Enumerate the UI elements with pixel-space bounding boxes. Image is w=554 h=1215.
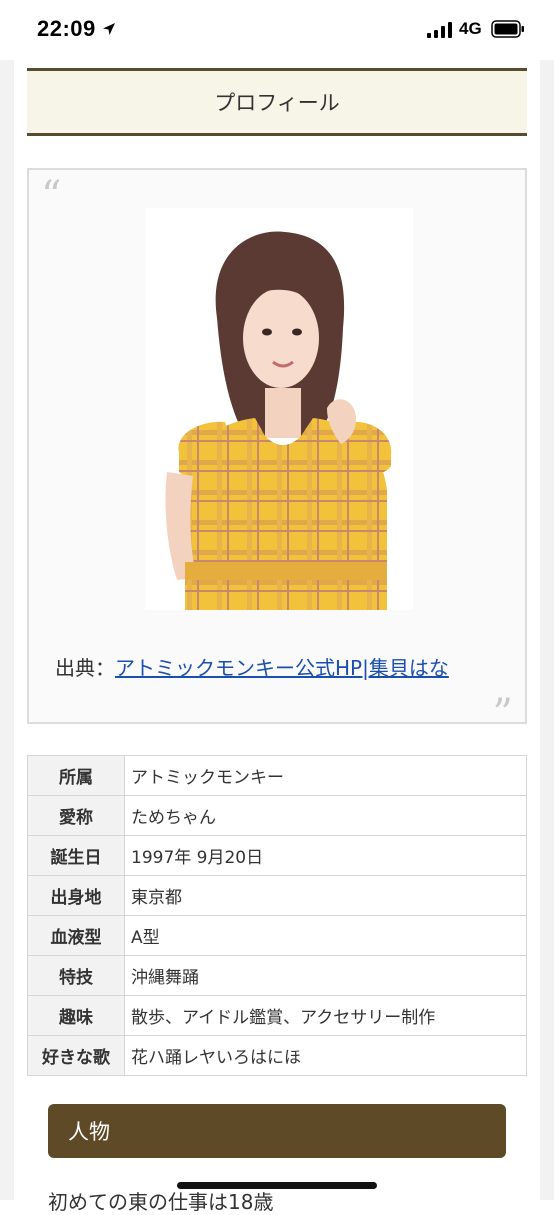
- location-arrow-icon: [103, 23, 115, 35]
- row-value: 沖縄舞踊: [124, 955, 527, 996]
- network-type: 4G: [459, 19, 482, 38]
- table-row: 好きな歌 花ハ踊レヤいろはにほ: [27, 1035, 527, 1076]
- row-label: 趣味: [27, 995, 125, 1036]
- open-quote-icon: “: [41, 173, 62, 219]
- section-heading-person: 人物: [48, 1104, 506, 1158]
- table-row: 所属 アトミックモンキー: [27, 755, 527, 796]
- table-row: 愛称 ためちゃん: [27, 795, 527, 836]
- row-value: 1997年 9月20日: [124, 835, 527, 876]
- row-label: 好きな歌: [27, 1035, 125, 1076]
- battery-icon: [491, 20, 524, 38]
- home-indicator[interactable]: [177, 1182, 377, 1189]
- row-value: 花ハ踊レヤいろはにほ: [124, 1035, 527, 1076]
- section-body-text: 初めての東の仕事は18歳: [48, 1190, 274, 1214]
- quote-block: “ 出典：アトミックモンキー公式HP|集貝はな ”: [27, 168, 527, 734]
- row-value: 東京都: [124, 875, 527, 916]
- row-label: 所属: [27, 755, 125, 796]
- portrait-illustration: [165, 231, 392, 610]
- row-label: 愛称: [27, 795, 125, 836]
- table-row: 血液型 A型: [27, 915, 527, 956]
- page-gutter-right: [540, 60, 554, 1200]
- source-prefix: 出典：: [55, 656, 115, 680]
- photo-source: 出典：アトミックモンキー公式HP|集貝はな: [55, 652, 449, 681]
- table-row: 誕生日 1997年 9月20日: [27, 835, 527, 876]
- status-time: 22:09: [37, 16, 96, 41]
- row-label: 特技: [27, 955, 125, 996]
- table-row: 出身地 東京都: [27, 875, 527, 916]
- table-row: 趣味 散歩、アイドル鑑賞、アクセサリー制作: [27, 995, 527, 1036]
- row-value: 散歩、アイドル鑑賞、アクセサリー制作: [124, 995, 527, 1036]
- profile-heading: プロフィール: [27, 68, 527, 136]
- row-value: アトミックモンキー: [124, 755, 527, 796]
- table-row: 特技 沖縄舞踊: [27, 955, 527, 996]
- profile-photo: [145, 208, 413, 610]
- row-label: 出身地: [27, 875, 125, 916]
- row-value: A型: [124, 915, 527, 956]
- source-link[interactable]: アトミックモンキー公式HP|集貝はな: [115, 656, 449, 680]
- row-label: 誕生日: [27, 835, 125, 876]
- close-quote-icon: ”: [492, 691, 513, 737]
- row-label: 血液型: [27, 915, 125, 956]
- status-bar: 22:09 4G: [0, 0, 554, 60]
- signal-bars-icon: [427, 22, 452, 38]
- profile-table: 所属 アトミックモンキー 愛称 ためちゃん 誕生日 1997年 9月20日 出身…: [27, 755, 527, 1076]
- row-value: ためちゃん: [124, 795, 527, 836]
- page-gutter-left: [0, 60, 14, 1200]
